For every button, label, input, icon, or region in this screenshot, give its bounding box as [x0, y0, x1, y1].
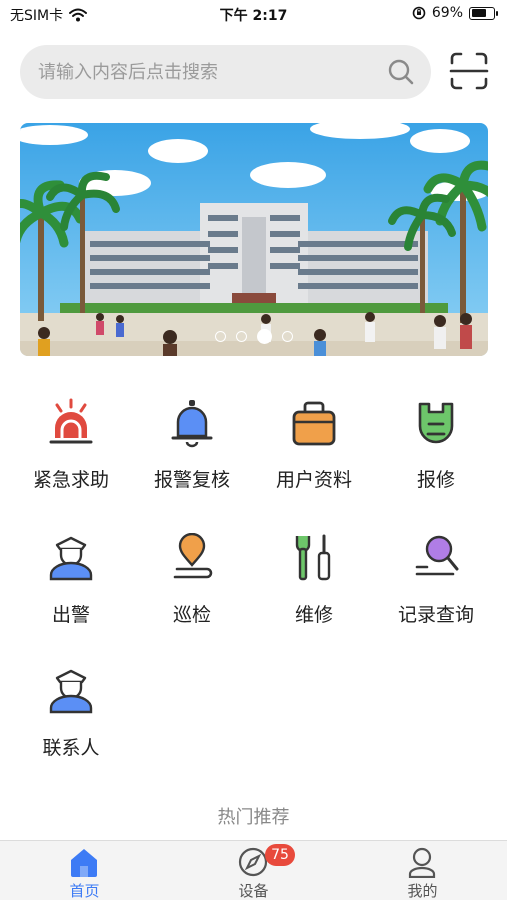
- carousel-dot[interactable]: [257, 329, 272, 344]
- user-icon: [408, 847, 436, 878]
- func-label: 出警: [51, 604, 90, 626]
- orientation-lock-icon: [412, 6, 426, 20]
- func-record-query[interactable]: 记录查询: [373, 533, 499, 643]
- func-label: 报警复核: [153, 469, 230, 491]
- compass-icon: [238, 847, 268, 877]
- carousel-dot[interactable]: [236, 331, 247, 342]
- wrench-screwdriver-icon: [295, 534, 331, 581]
- func-alarm-review[interactable]: 报警复核: [129, 398, 255, 508]
- banner-carousel[interactable]: [20, 123, 488, 356]
- battery-icon: [469, 6, 498, 20]
- func-label: 巡检: [172, 604, 211, 626]
- banner-image: [20, 123, 488, 356]
- func-emergency-help[interactable]: 紧急求助: [8, 398, 134, 508]
- carousel-indicators[interactable]: [20, 329, 488, 344]
- alarm-siren-icon: [49, 398, 93, 444]
- location-pin-icon: [173, 533, 213, 579]
- func-label: 联系人: [42, 737, 100, 759]
- tab-mine[interactable]: 我的: [338, 841, 507, 900]
- func-label: 报修: [416, 469, 455, 491]
- status-bar: 无SIM卡 下午 2:17 69%: [0, 0, 507, 30]
- func-label: 维修: [294, 604, 333, 626]
- notification-badge: 75: [265, 844, 295, 866]
- tab-devices[interactable]: 75 设备: [169, 841, 338, 900]
- home-icon: [71, 849, 97, 877]
- scan-icon[interactable]: [449, 51, 489, 91]
- hot-recommend-title: 热门推荐: [217, 807, 290, 828]
- briefcase-icon: [292, 401, 336, 446]
- contact-person-icon: [49, 669, 93, 714]
- carousel-dot[interactable]: [215, 331, 226, 342]
- carousel-dot[interactable]: [282, 331, 293, 342]
- func-maintenance[interactable]: 维修: [251, 533, 377, 643]
- search-icon[interactable]: [387, 58, 415, 86]
- police-officer-icon: [49, 536, 93, 581]
- tab-label: 我的: [407, 882, 438, 900]
- func-contacts[interactable]: 联系人: [8, 666, 134, 776]
- func-label: 记录查询: [397, 604, 474, 626]
- status-right: 69%: [412, 5, 498, 21]
- func-label: 紧急求助: [32, 469, 109, 491]
- battery-percent: 69%: [431, 5, 463, 21]
- bell-icon: [171, 400, 213, 448]
- tab-label: 首页: [69, 882, 100, 900]
- tab-label: 设备: [238, 882, 269, 900]
- func-label: 用户资料: [275, 469, 352, 491]
- battery-level: [471, 9, 486, 17]
- search-bar[interactable]: [20, 45, 431, 99]
- tab-bar: 首页 75 设备 我的: [0, 840, 507, 900]
- search-input[interactable]: [38, 45, 378, 99]
- tab-home[interactable]: 首页: [0, 841, 169, 900]
- func-report-repair[interactable]: 报修: [373, 398, 499, 508]
- func-inspection[interactable]: 巡检: [129, 533, 255, 643]
- func-dispatch[interactable]: 出警: [8, 533, 134, 643]
- repair-tag-icon: [418, 402, 454, 444]
- func-user-profile[interactable]: 用户资料: [251, 398, 377, 508]
- search-record-icon: [415, 535, 459, 576]
